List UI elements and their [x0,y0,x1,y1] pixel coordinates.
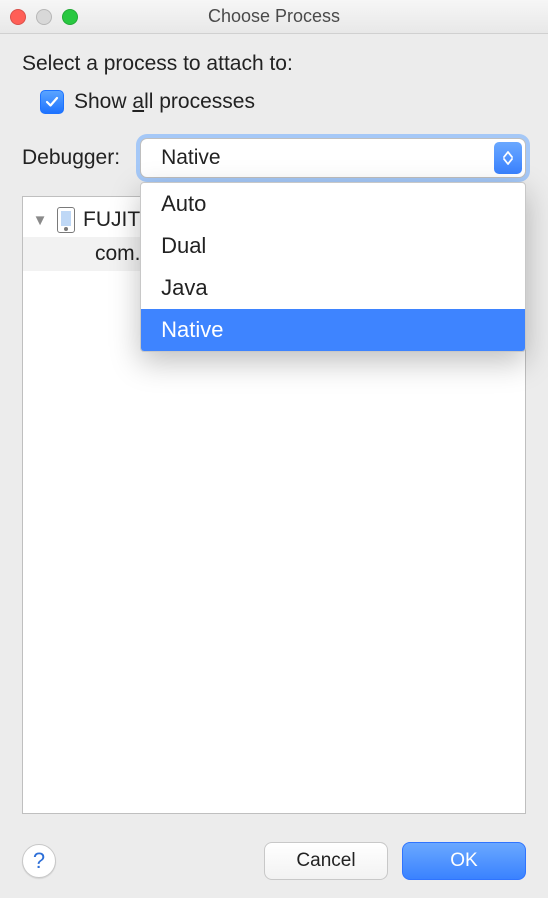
checkbox-label-pre: Show [74,90,132,113]
ok-button-label: OK [450,850,477,872]
dialog-content: Select a process to attach to: Show all … [0,34,548,828]
debugger-dropdown: Auto Dual Java Native [140,182,526,352]
checkbox-label-mnemonic: a [132,90,144,113]
checkbox-icon [40,90,64,114]
cancel-button-label: Cancel [296,850,355,872]
titlebar: Choose Process [0,0,548,34]
chevron-up-down-icon [494,142,522,174]
prompt-label: Select a process to attach to: [22,52,526,76]
checkbox-label-post: ll processes [144,90,255,113]
debugger-option-auto[interactable]: Auto [141,183,525,225]
show-all-processes-checkbox[interactable]: Show all processes [40,90,526,114]
debugger-select-value: Native [161,146,221,170]
device-icon [57,207,75,233]
debugger-label: Debugger: [22,146,120,170]
close-icon[interactable] [10,9,26,25]
dialog-window: Choose Process Select a process to attac… [0,0,548,898]
debugger-select[interactable]: Native [140,138,526,178]
checkbox-label: Show all processes [74,90,255,114]
debugger-option-native[interactable]: Native [141,309,525,351]
cancel-button[interactable]: Cancel [264,842,388,880]
dialog-footer: ? Cancel OK [0,828,548,898]
help-button[interactable]: ? [22,844,56,878]
debugger-option-dual[interactable]: Dual [141,225,525,267]
debugger-row: Debugger: Native Auto Dual Java Native [22,138,526,178]
zoom-icon[interactable] [62,9,78,25]
window-title: Choose Process [0,6,548,27]
debugger-select-wrap: Native Auto Dual Java Native [140,138,526,178]
disclosure-triangle-icon[interactable]: ▼ [31,212,49,229]
debugger-option-java[interactable]: Java [141,267,525,309]
minimize-icon[interactable] [36,9,52,25]
ok-button[interactable]: OK [402,842,526,880]
window-controls [10,9,78,25]
help-icon: ? [33,848,45,874]
